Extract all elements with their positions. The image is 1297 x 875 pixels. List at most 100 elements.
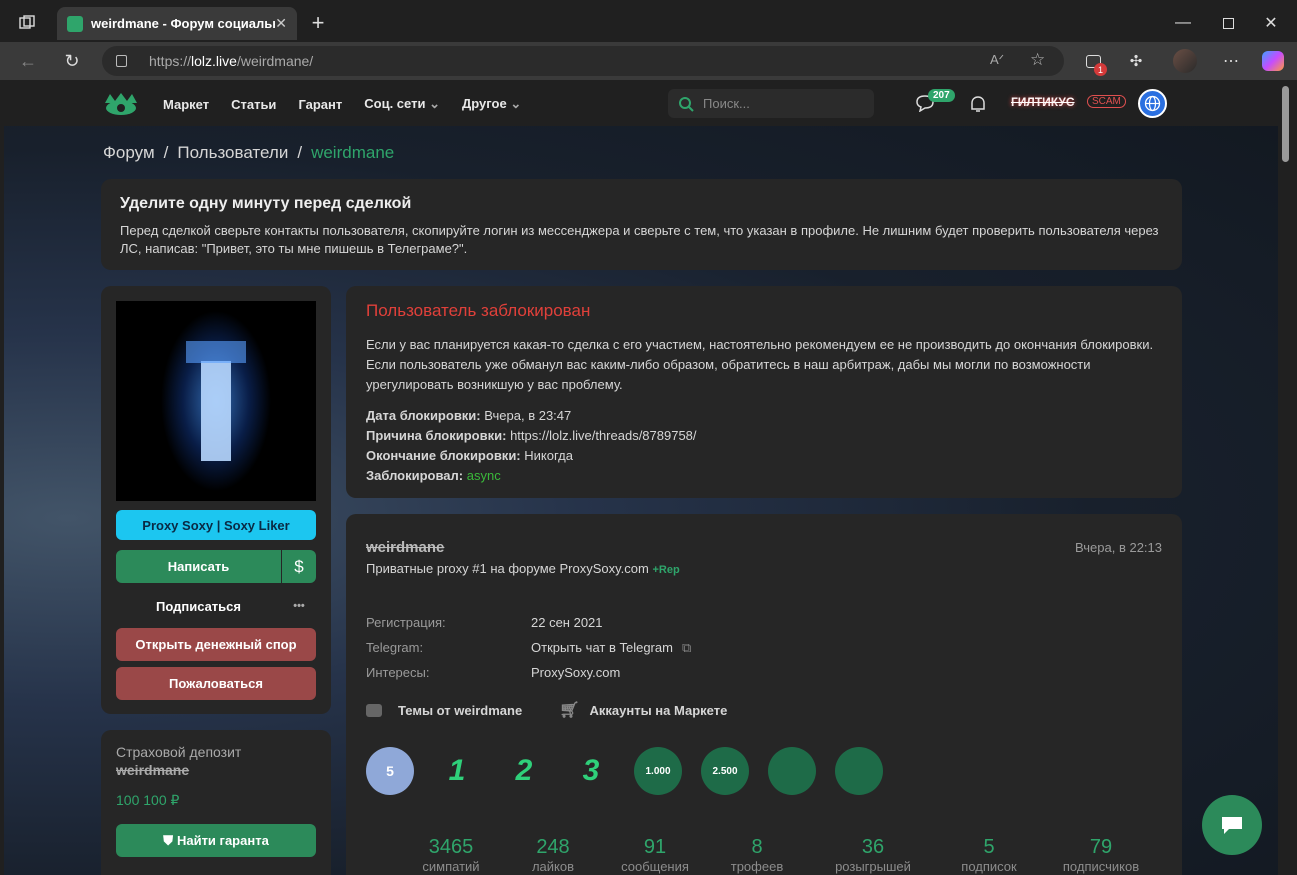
breadcrumb-current: weirdmane	[311, 143, 395, 162]
deposit-username[interactable]: weirdmane	[116, 762, 316, 778]
scrollbar[interactable]	[1278, 82, 1297, 875]
notice-title: Уделите одну минуту перед сделкой	[120, 195, 412, 212]
url-domain: lolz.live	[191, 53, 237, 69]
nav-social[interactable]: Соц. сети ⌄	[364, 96, 440, 112]
back-icon[interactable]: ←	[16, 50, 40, 72]
nav-other[interactable]: Другое ⌄	[462, 96, 521, 112]
stat-value: 36	[861, 836, 885, 858]
send-money-button[interactable]: $	[282, 550, 316, 583]
stat-item[interactable]: 8 трофеев	[712, 836, 802, 874]
ban-reason-link[interactable]: https://lolz.live/threads/8789758/	[510, 428, 696, 443]
messages-count-badge: 207	[928, 89, 955, 102]
profile-fields: Регистрация: 22 сен 2021 Telegram: Открыть…	[366, 610, 691, 685]
maximize-icon[interactable]	[1215, 10, 1241, 36]
chevron-down-icon: ⌄	[510, 96, 522, 111]
trophy-badge[interactable]: 2.500	[701, 747, 749, 795]
chat-fab-button[interactable]	[1202, 795, 1262, 855]
ban-by-label: Заблокировал:	[366, 468, 464, 483]
field-label: Интересы:	[366, 665, 430, 680]
ban-end-label: Окончание блокировки:	[366, 448, 521, 463]
profile-username: weirdmane	[366, 539, 445, 556]
more-actions-icon[interactable]: •••	[282, 592, 316, 620]
url-prefix: https://	[149, 53, 192, 69]
stat-value: 8	[751, 836, 763, 858]
write-message-button[interactable]: Написать	[116, 550, 281, 583]
profile-avatar[interactable]	[1173, 49, 1197, 73]
copy-icon[interactable]: ⧉	[682, 635, 691, 660]
birthday-trophy-badge[interactable]	[768, 747, 816, 795]
tab-close-icon[interactable]: ✕	[275, 15, 287, 32]
stat-value: 5	[983, 836, 995, 858]
url-path: /weirdmane/	[236, 53, 314, 69]
telegram-link[interactable]: Открыть чат в Telegram	[531, 635, 673, 660]
insurance-deposit-card: Страховой депозит weirdmane 100 100 ₽ ⛊ Н…	[101, 730, 331, 875]
site-search-input[interactable]: Поиск...	[668, 89, 874, 118]
breadcrumb-forum[interactable]: Форум	[103, 143, 155, 163]
stat-item[interactable]: 3465 симпатий	[406, 836, 496, 874]
stat-item[interactable]: 5 подписок	[944, 836, 1034, 874]
profile-avatar-image	[116, 301, 316, 501]
stat-value: 248	[536, 836, 570, 858]
trophy-badge[interactable]: 5	[366, 747, 414, 795]
stat-label: подписчиков	[1062, 859, 1140, 874]
ban-text: Если у вас планируется какая-то сделка с…	[366, 337, 1154, 392]
trophy-badge[interactable]: 3	[567, 747, 615, 795]
breadcrumb-users[interactable]: Пользователи	[177, 143, 288, 163]
workspaces-icon[interactable]	[14, 10, 40, 36]
puzzle-icon[interactable]: ✣	[1126, 51, 1146, 71]
stat-item[interactable]: 248 лайков	[508, 836, 598, 874]
nav-articles[interactable]: Статьи	[231, 97, 276, 112]
new-tab-icon[interactable]: +	[305, 10, 331, 36]
browser-tab[interactable]: weirdmane - Форум социальной ✕	[57, 7, 297, 40]
stat-item[interactable]: 91 сообщения	[610, 836, 700, 874]
nav-social-label: Соц. сети	[364, 96, 426, 111]
trophy-badge[interactable]: 1	[433, 747, 481, 795]
profile-status-line: Приватные proxy #1 на форуме ProxySoxy.c…	[366, 561, 680, 576]
extension-icon[interactable]: 1	[1082, 51, 1107, 76]
url-field[interactable]: https://lolz.live/weirdmane/ Aᐟ ☆	[102, 46, 1064, 76]
extension-badge: 1	[1094, 63, 1107, 76]
site-logo[interactable]	[103, 91, 139, 117]
window-close-icon[interactable]: ✕	[1258, 10, 1284, 36]
favorite-star-icon[interactable]: ☆	[1030, 50, 1045, 70]
read-aloud-icon[interactable]: Aᐟ	[990, 52, 1004, 68]
copilot-icon[interactable]	[1262, 51, 1284, 71]
nav-guarantor[interactable]: Гарант	[298, 97, 342, 112]
trophy-badge[interactable]: 2	[500, 747, 548, 795]
nav-market[interactable]: Маркет	[163, 97, 209, 112]
bell-icon[interactable]	[968, 94, 988, 117]
market-accounts-link[interactable]: Аккаунты на Маркете	[590, 703, 728, 718]
more-menu-icon[interactable]: ⋯	[1220, 51, 1242, 71]
user-topics-link[interactable]: Темы от weirdmane	[398, 703, 522, 718]
stat-label: сообщения	[621, 859, 689, 874]
deposit-title: Страховой депозит	[116, 744, 242, 760]
scam-badge: SCAM	[1087, 95, 1126, 108]
trophy-badge[interactable]: 1.000	[634, 747, 682, 795]
reload-icon[interactable]: ↻	[60, 50, 84, 72]
stopwatch-trophy-badge[interactable]	[835, 747, 883, 795]
ban-title: Пользователь заблокирован	[366, 301, 591, 320]
find-guarantor-button[interactable]: ⛊ Найти гаранта	[116, 824, 316, 857]
open-dispute-button[interactable]: Открыть денежный спор	[116, 628, 316, 661]
user-avatar-globe-icon[interactable]	[1138, 89, 1167, 118]
stat-item[interactable]: 36 розыгрышей	[814, 836, 932, 874]
messages-button[interactable]: 207	[915, 89, 955, 115]
ban-by-user[interactable]: async	[467, 468, 501, 483]
proxy-soxy-banner[interactable]: Proxy Soxy | Soxy Liker	[116, 510, 316, 540]
field-registration: Регистрация: 22 сен 2021	[366, 610, 691, 635]
ban-card: Пользователь заблокирован Если у вас пла…	[346, 286, 1182, 498]
minimize-icon[interactable]: —	[1170, 10, 1196, 36]
stat-item[interactable]: 79 подписчиков	[1046, 836, 1156, 874]
current-username[interactable]: ГИЛТИКУС	[1011, 95, 1075, 109]
subscribe-button[interactable]: Подписаться	[116, 592, 281, 620]
sidebar-profile-card: Proxy Soxy | Soxy Liker Написать $ Подпи…	[101, 286, 331, 714]
page-viewport: Маркет Статьи Гарант Соц. сети ⌄ Другое …	[4, 82, 1278, 875]
rep-link[interactable]: +Rep	[652, 564, 679, 576]
scrollbar-thumb[interactable]	[1282, 86, 1289, 162]
search-icon	[679, 96, 694, 112]
browser-tab-bar: weirdmane - Форум социальной ✕ + — ✕	[0, 0, 1297, 44]
notice-text: Перед сделкой сверьте контакты пользоват…	[120, 223, 1159, 256]
stat-label: трофеев	[730, 859, 784, 874]
ban-end: Никогда	[524, 448, 573, 463]
report-button[interactable]: Пожаловаться	[116, 667, 316, 700]
